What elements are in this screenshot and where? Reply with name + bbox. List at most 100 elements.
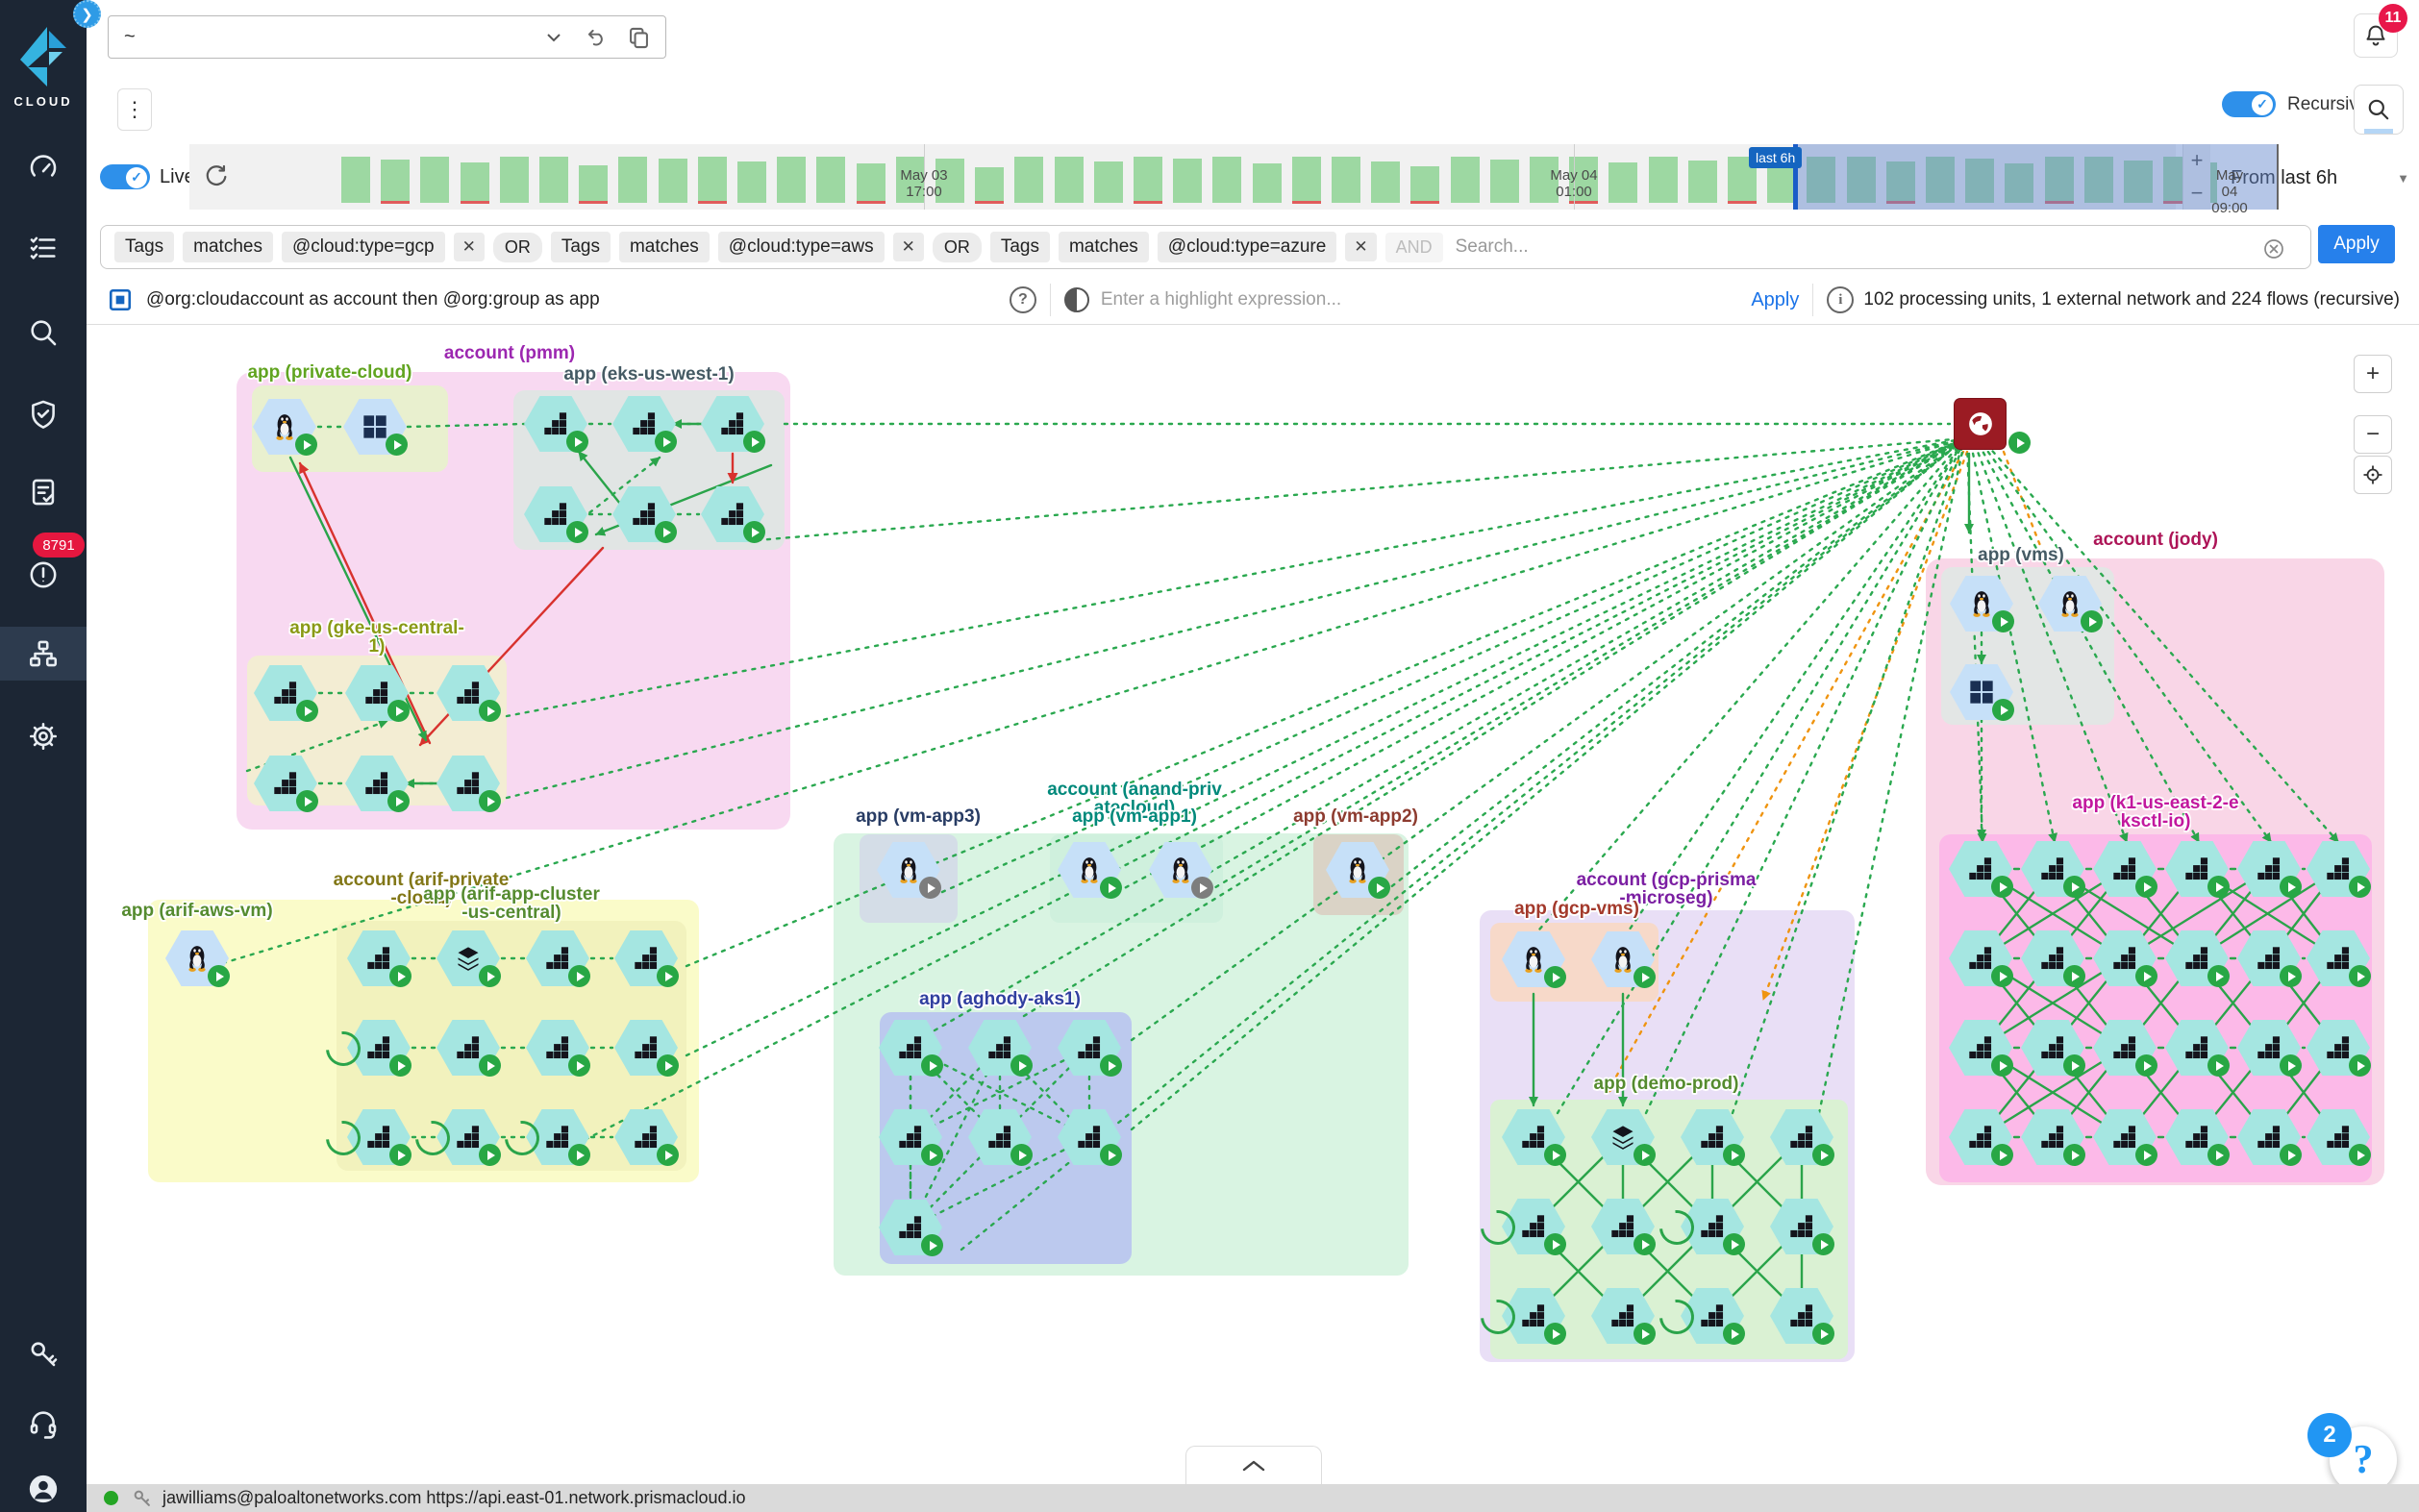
timeline-histogram[interactable]: last 6h May 0317:00May 0401:00May 0409:0…	[189, 144, 2176, 210]
expand-node-badge[interactable]	[1723, 1233, 1745, 1255]
node-pod-app-eks-us-west-1[interactable]	[612, 396, 676, 452]
node-pod-app-demo-prod[interactable]	[1681, 1199, 1744, 1254]
node-pod-app-demo-prod[interactable]	[1770, 1199, 1833, 1254]
node-pod-app-k1-us-east-2-eksctl-io[interactable]	[2093, 841, 2157, 897]
highlight-toggle-icon[interactable]	[1064, 287, 1089, 312]
group-label-app-arif-app-cluster-us-central[interactable]: app (arif-app-cluster-us-central)	[423, 885, 600, 922]
expand-node-badge[interactable]	[1100, 1144, 1122, 1166]
expand-node-badge[interactable]	[2349, 965, 2371, 987]
node-pod-app-arif-app-cluster-us-central[interactable]	[526, 930, 589, 986]
expand-node-badge[interactable]	[1544, 1144, 1566, 1166]
timeline-bar[interactable]	[1173, 159, 1202, 203]
timeline-bar[interactable]	[1253, 163, 1282, 203]
expand-node-badge[interactable]	[386, 434, 408, 456]
expand-node-badge[interactable]	[1633, 966, 1656, 988]
expand-node-badge[interactable]	[1633, 1233, 1656, 1255]
expand-node-badge[interactable]	[1991, 1144, 2013, 1166]
timeline-bar[interactable]	[1490, 160, 1519, 203]
group-label-app-vm-app2[interactable]: app (vm-app2)	[1293, 807, 1418, 826]
node-linux-app-gcp-vms[interactable]	[1591, 931, 1655, 987]
node-linux-app-vm-app1[interactable]	[1058, 842, 1121, 898]
sidebar-item-support[interactable]	[0, 1397, 87, 1450]
node-pod-app-gke-us-central-1[interactable]	[254, 665, 317, 721]
expand-node-badge[interactable]	[1633, 1323, 1656, 1345]
sidebar-item-settings[interactable]	[0, 709, 87, 763]
timeline-bar[interactable]	[1410, 166, 1439, 203]
node-pod-app-arif-app-cluster-us-central[interactable]	[614, 1109, 678, 1165]
node-linux-app-vms[interactable]	[2038, 576, 2102, 632]
timeline-bar[interactable]	[1609, 162, 1637, 203]
node-pod-app-arif-app-cluster-us-central[interactable]	[526, 1109, 589, 1165]
group-label-app-k1-us-east-2-eksctl-io[interactable]: app (k1-us-east-2-eksctl-io)	[2072, 794, 2238, 830]
remove-filter-icon[interactable]: ✕	[893, 233, 924, 261]
refresh-icon[interactable]	[203, 163, 230, 190]
expand-node-badge[interactable]	[1100, 877, 1122, 899]
expand-node-badge[interactable]	[387, 790, 410, 812]
expand-node-badge[interactable]	[389, 1054, 411, 1077]
apply-highlight-button[interactable]: Apply	[1751, 289, 1799, 311]
node-pod-app-arif-app-cluster-us-central[interactable]	[614, 930, 678, 986]
node-linux-app-vm-app3[interactable]	[877, 842, 940, 898]
expand-node-badge[interactable]	[389, 1144, 411, 1166]
sidebar-item-access-keys[interactable]	[0, 1328, 87, 1382]
expand-node-badge[interactable]	[2349, 1054, 2371, 1077]
timeline-bar[interactable]	[1212, 157, 1241, 203]
node-linux-app-gcp-vms[interactable]	[1502, 931, 1565, 987]
node-pod-app-k1-us-east-2-eksctl-io[interactable]	[1949, 1020, 2012, 1076]
expand-node-badge[interactable]	[1191, 877, 1213, 899]
timeline-bar[interactable]	[461, 162, 489, 203]
workspace-select[interactable]: ~	[108, 15, 666, 59]
node-pod-app-k1-us-east-2-eksctl-io[interactable]	[2165, 1020, 2229, 1076]
expand-node-badge[interactable]	[921, 1234, 943, 1256]
topology-canvas[interactable]: account (pmm)account (arif-private-cloud…	[0, 324, 2419, 1484]
node-windows-app-private-cloud[interactable]	[343, 399, 407, 455]
node-pod-app-demo-prod[interactable]	[1681, 1288, 1744, 1344]
node-pod-app-k1-us-east-2-eksctl-io[interactable]	[2093, 930, 2157, 986]
group-label-app-gcp-vms[interactable]: app (gcp-vms)	[1514, 900, 1639, 918]
filter-value-chip[interactable]: @cloud:type=azure	[1158, 232, 1337, 262]
node-pod-app-k1-us-east-2-eksctl-io[interactable]	[2307, 1020, 2370, 1076]
node-pod-app-demo-prod[interactable]	[1591, 1199, 1655, 1254]
expand-node-badge[interactable]	[1991, 965, 2013, 987]
expand-node-badge[interactable]	[208, 965, 230, 987]
node-pod-app-k1-us-east-2-eksctl-io[interactable]	[2021, 841, 2084, 897]
timeline-bar[interactable]	[737, 161, 766, 203]
expand-node-badge[interactable]	[2207, 1144, 2230, 1166]
expand-node-badge[interactable]	[1992, 699, 2014, 721]
timeline-bar[interactable]	[1014, 157, 1043, 203]
expand-node-badge[interactable]	[657, 1144, 679, 1166]
group-label-app-vms[interactable]: app (vms)	[1978, 546, 2064, 564]
node-pod-app-demo-prod[interactable]	[1770, 1288, 1833, 1344]
timeline-bar[interactable]	[579, 165, 608, 203]
node-pod-app-aghody-aks1[interactable]	[879, 1109, 942, 1165]
expand-node-badge[interactable]	[2135, 876, 2157, 898]
group-expression-text[interactable]: @org:cloudaccount as account then @org:g…	[146, 289, 600, 310]
expand-node-badge[interactable]	[2063, 965, 2085, 987]
filter-operator-chip[interactable]: matches	[619, 232, 710, 262]
expand-node-badge[interactable]	[1812, 1323, 1834, 1345]
expand-node-badge[interactable]	[1368, 877, 1390, 899]
expand-node-badge[interactable]	[1991, 1054, 2013, 1077]
group-label-account-pmm[interactable]: account (pmm)	[444, 344, 575, 362]
node-pod-app-eks-us-west-1[interactable]	[612, 486, 676, 542]
expand-node-badge[interactable]	[1544, 1233, 1566, 1255]
timeline-bar[interactable]	[1371, 161, 1400, 203]
expand-node-badge[interactable]	[479, 1144, 501, 1166]
node-pod-app-arif-app-cluster-us-central[interactable]	[436, 1020, 500, 1076]
expand-node-badge[interactable]	[2280, 1054, 2302, 1077]
expand-node-badge[interactable]	[2063, 1054, 2085, 1077]
node-pod-app-arif-app-cluster-us-central[interactable]	[436, 1109, 500, 1165]
node-pod-app-k1-us-east-2-eksctl-io[interactable]	[2165, 841, 2229, 897]
timeline-bar[interactable]	[659, 159, 687, 203]
node-pod-app-k1-us-east-2-eksctl-io[interactable]	[2307, 930, 2370, 986]
node-pod-app-k1-us-east-2-eksctl-io[interactable]	[1949, 841, 2012, 897]
node-pod-app-gke-us-central-1[interactable]	[345, 665, 409, 721]
node-layers-app-demo-prod[interactable]	[1591, 1109, 1655, 1165]
zoom-out-button[interactable]: −	[2354, 415, 2392, 454]
node-pod-app-k1-us-east-2-eksctl-io[interactable]	[2021, 930, 2084, 986]
expand-node-badge[interactable]	[1992, 610, 2014, 632]
node-pod-app-gke-us-central-1[interactable]	[436, 756, 500, 811]
node-linux-app-vm-app2[interactable]	[1326, 842, 1389, 898]
node-pod-app-demo-prod[interactable]	[1591, 1288, 1655, 1344]
node-pod-app-arif-app-cluster-us-central[interactable]	[347, 1109, 411, 1165]
